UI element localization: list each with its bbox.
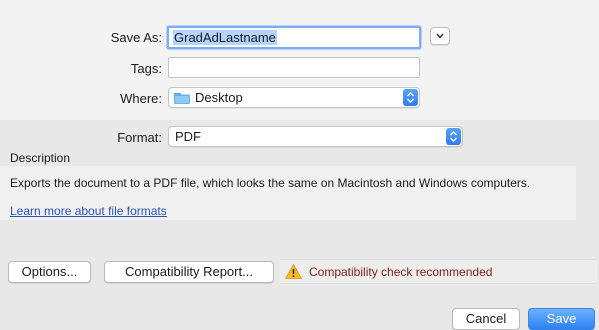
- learn-more-link[interactable]: Learn more about file formats: [10, 204, 167, 218]
- warning-icon: [285, 264, 302, 279]
- where-label: Where:: [120, 91, 162, 106]
- folder-icon: [174, 93, 190, 104]
- up-down-arrows-icon: [407, 92, 414, 103]
- tags-label: Tags:: [130, 61, 162, 76]
- where-popup[interactable]: Desktop: [168, 87, 420, 108]
- format-popup[interactable]: PDF: [168, 126, 463, 147]
- expand-dialog-button[interactable]: [430, 27, 450, 45]
- options-button[interactable]: Options...: [8, 261, 91, 283]
- compatibility-report-button[interactable]: Compatibility Report...: [104, 261, 274, 283]
- save-as-input[interactable]: GradAdLastname: [167, 26, 421, 49]
- up-down-arrows-icon: [450, 131, 457, 142]
- save-button[interactable]: Save: [528, 308, 595, 330]
- description-box: Exports the document to a PDF file, whic…: [0, 166, 576, 220]
- description-text: Exports the document to a PDF file, whic…: [10, 176, 531, 190]
- format-stepper: [446, 128, 461, 145]
- tags-input[interactable]: [168, 57, 420, 78]
- compatibility-status: Compatibility check recommended: [280, 259, 597, 284]
- compatibility-message: Compatibility check recommended: [309, 265, 493, 279]
- cancel-button[interactable]: Cancel: [452, 308, 520, 330]
- save-as-value: GradAdLastname: [173, 30, 277, 45]
- save-as-label: Save As:: [110, 30, 162, 45]
- description-heading: Description: [10, 151, 71, 165]
- where-stepper: [403, 89, 418, 106]
- where-value: Desktop: [195, 90, 243, 105]
- format-label: Format:: [117, 130, 162, 145]
- format-value: PDF: [175, 129, 201, 144]
- chevron-down-icon: [436, 33, 444, 39]
- format-options-panel: [0, 120, 599, 330]
